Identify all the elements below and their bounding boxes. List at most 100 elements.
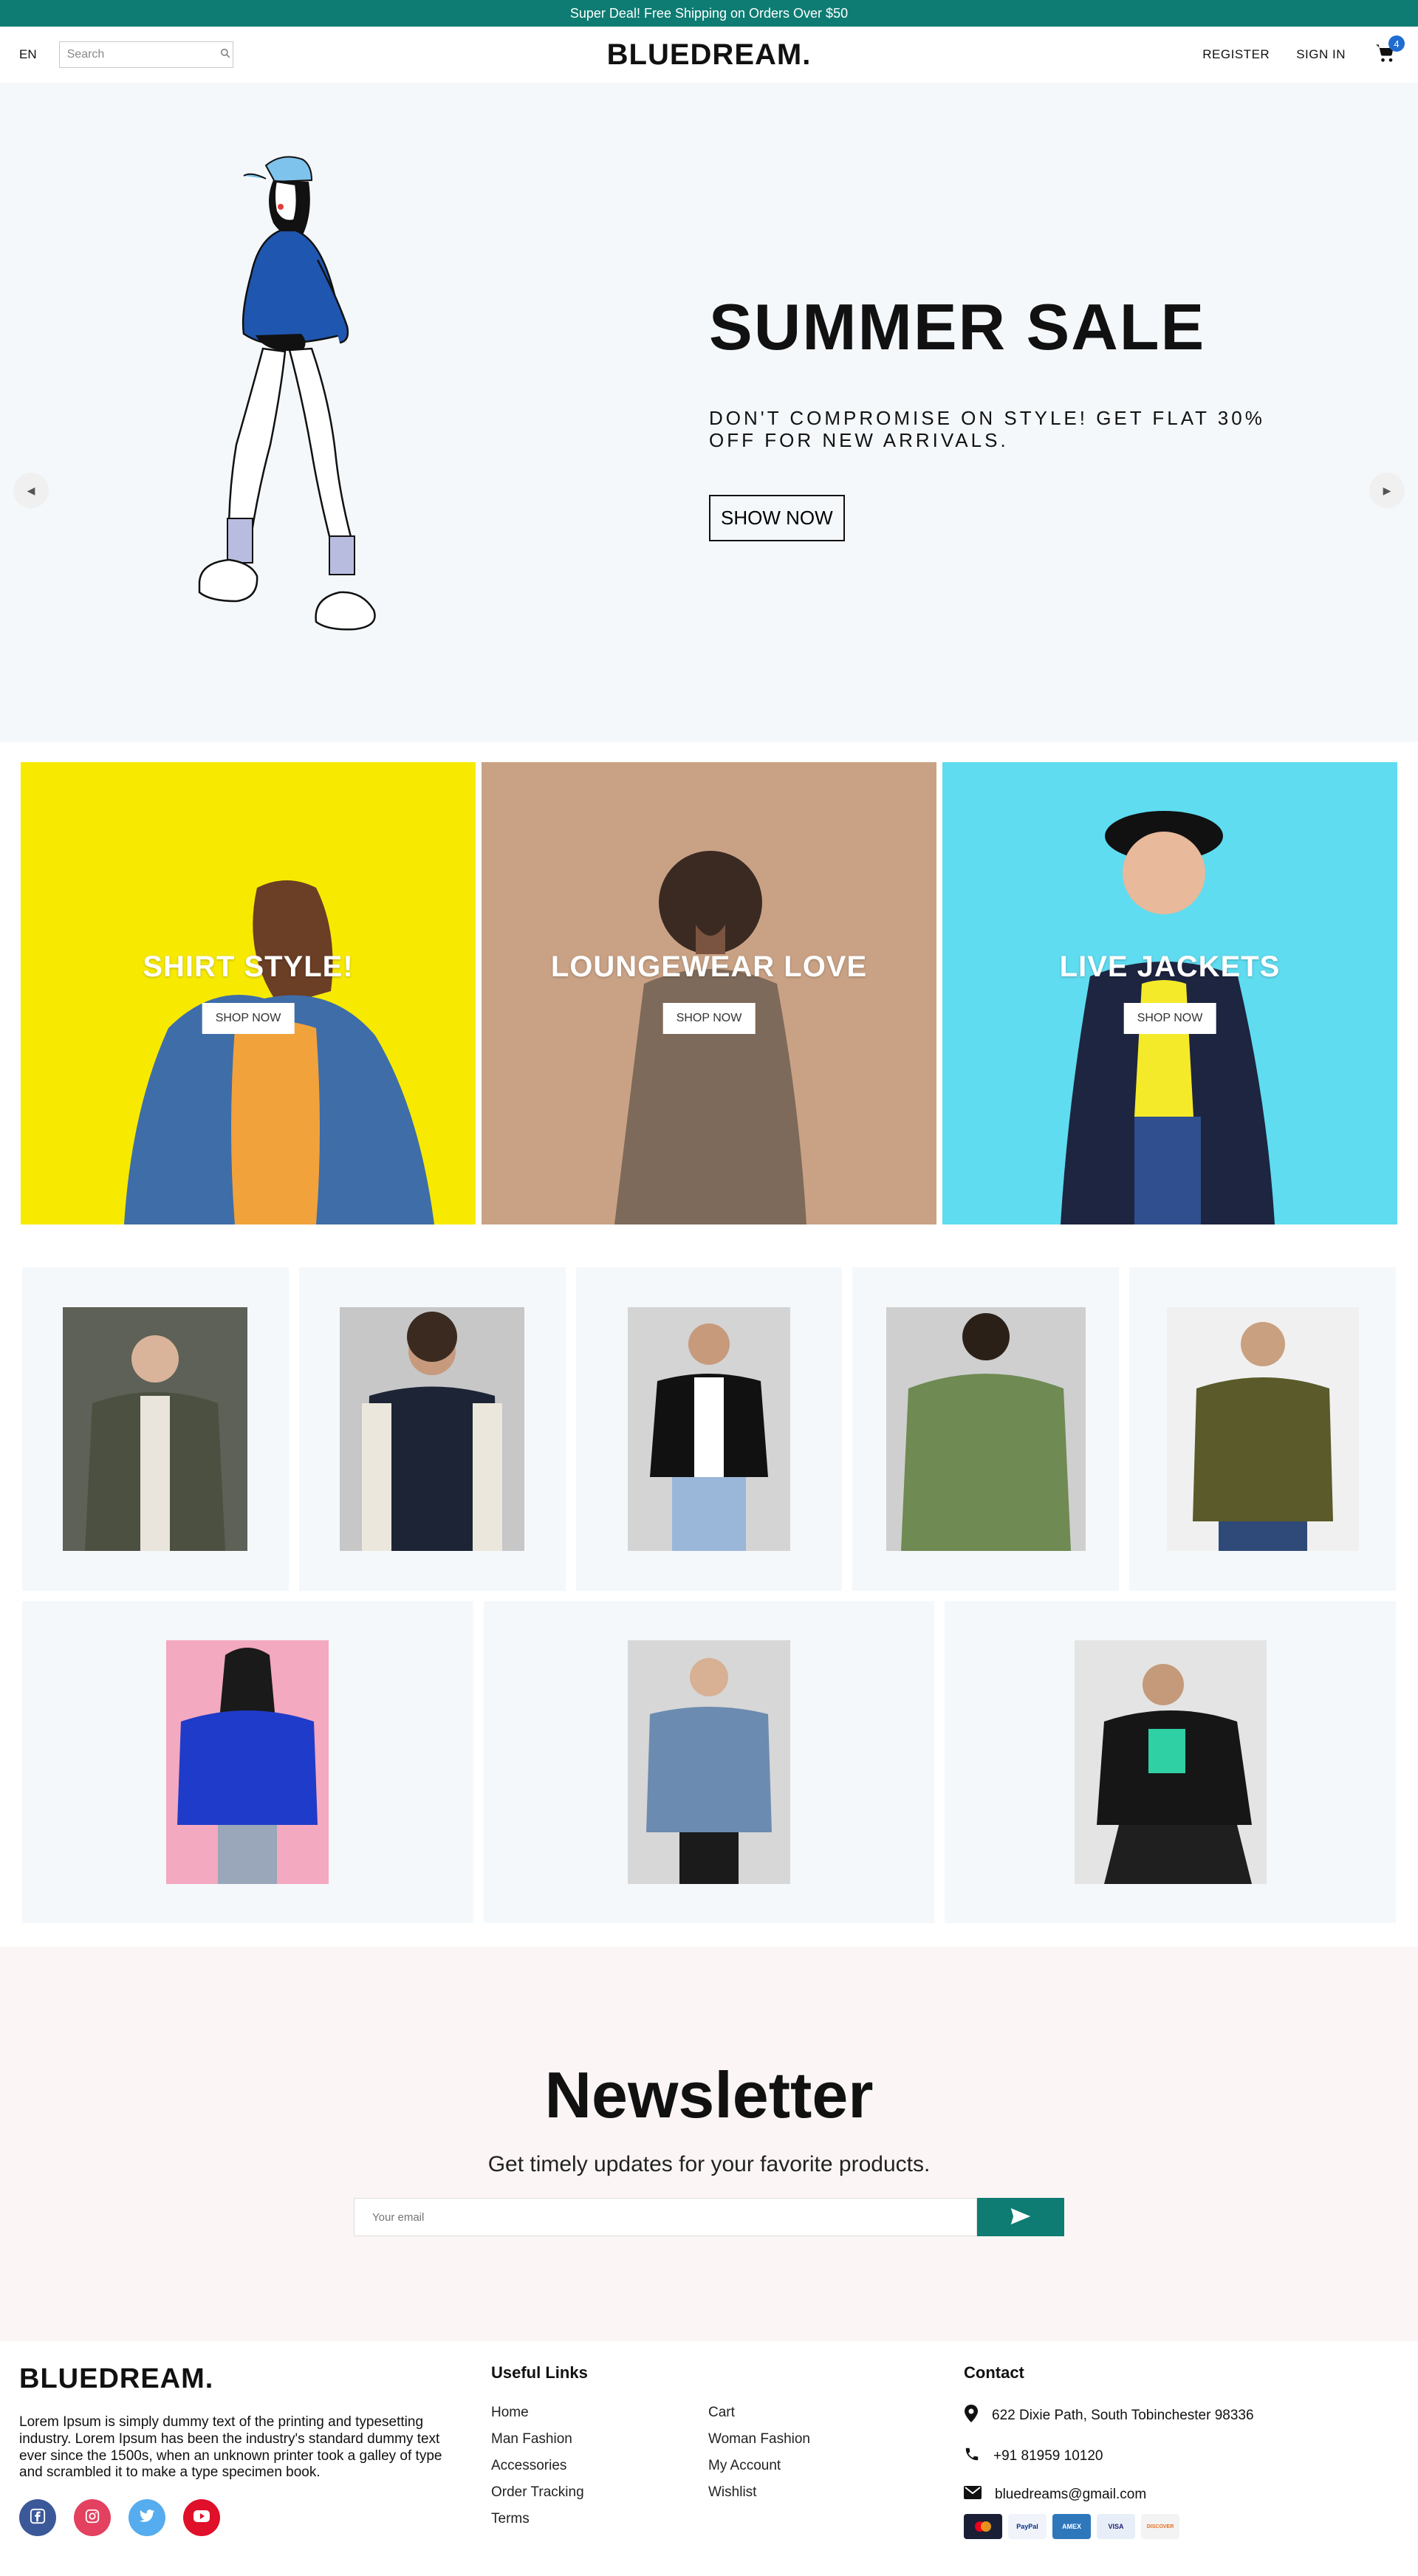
payment-methods: PayPal AMEX VISA DISCOVER: [964, 2514, 1407, 2539]
paypal-icon: PayPal: [1008, 2514, 1047, 2539]
category-photo: [21, 762, 476, 1224]
category-shop-now-button[interactable]: SHOP NOW: [202, 1003, 295, 1034]
product-image: [1074, 1640, 1267, 1884]
newsletter-email-input[interactable]: [354, 2198, 977, 2236]
product-card[interactable]: [945, 1601, 1397, 1923]
location-pin-icon: [964, 2405, 979, 2427]
category-shop-now-button[interactable]: SHOP NOW: [1123, 1003, 1216, 1034]
hero-show-now-button[interactable]: SHOW NOW: [709, 494, 845, 541]
product-image: [340, 1307, 525, 1551]
footer-link-man-fashion[interactable]: Man Fashion: [491, 2431, 708, 2447]
search-icon[interactable]: [220, 48, 230, 62]
product-image: [1166, 1307, 1359, 1551]
facebook-icon: [30, 2508, 46, 2528]
nav-left: EN: [19, 41, 462, 68]
newsletter-form: [354, 2198, 1064, 2236]
newsletter-subtitle: Get timely updates for your favorite pro…: [487, 2152, 931, 2176]
send-icon: [1010, 2207, 1031, 2227]
newsletter-submit-button[interactable]: [977, 2198, 1064, 2236]
category-title: SHIRT STYLE!: [143, 950, 354, 983]
product-image: [886, 1307, 1086, 1551]
hero-slider: ◀ SUMMER SALE DON'T COMPROMISE ON STYLE!…: [0, 83, 1418, 742]
product-image: [627, 1307, 790, 1551]
visa-label: VISA: [1108, 2523, 1124, 2530]
announcement-text: Super Deal! Free Shipping on Orders Over…: [569, 5, 849, 21]
product-grid-row-1: [22, 1267, 1396, 1591]
twitter-button[interactable]: [129, 2499, 165, 2537]
footer-contact: Contact 622 Dixie Path, South Tobinchest…: [964, 2363, 1407, 2539]
chevron-right-icon: ▶: [1383, 484, 1391, 496]
language-selector[interactable]: EN: [19, 47, 37, 62]
chevron-left-icon: ◀: [27, 484, 35, 496]
useful-links-title: Useful Links: [491, 2363, 588, 2382]
visa-icon: VISA: [1097, 2514, 1135, 2539]
search-box[interactable]: [58, 41, 233, 68]
instagram-icon: [84, 2508, 100, 2528]
youtube-icon: [193, 2510, 210, 2527]
footer-link-order-tracking[interactable]: Order Tracking: [491, 2484, 708, 2501]
announcement-bar: Super Deal! Free Shipping on Orders Over…: [0, 0, 1418, 27]
footer-logo[interactable]: BLUEDREAM.: [19, 2363, 455, 2395]
mastercard-icon: [964, 2514, 1002, 2539]
amex-icon: AMEX: [1052, 2514, 1091, 2539]
contact-email: bluedreams@gmail.com: [964, 2486, 1407, 2504]
footer-link-cart[interactable]: Cart: [708, 2405, 925, 2421]
social-links: [19, 2499, 455, 2537]
useful-links-list: Home Cart Man Fashion Woman Fashion Acce…: [491, 2405, 964, 2527]
phone-text: +91 81959 10120: [993, 2448, 1103, 2464]
contact-title: Contact: [964, 2363, 1024, 2382]
hero-illustration: [118, 149, 414, 681]
discover-icon: DISCOVER: [1141, 2514, 1179, 2539]
cart-count-badge: 4: [1388, 35, 1405, 52]
product-card[interactable]: [298, 1267, 566, 1591]
hero-title: SUMMER SALE: [709, 290, 1206, 363]
category-title: LIVE JACKETS: [1059, 950, 1281, 983]
sign-in-link[interactable]: SIGN IN: [1296, 47, 1346, 62]
address-text: 622 Dixie Path, South Tobinchester 98336: [992, 2408, 1254, 2423]
footer-link-my-account[interactable]: My Account: [708, 2458, 925, 2474]
site-logo[interactable]: BLUEDREAM.: [607, 38, 812, 72]
contact-address: 622 Dixie Path, South Tobinchester 98336: [964, 2405, 1407, 2427]
product-card[interactable]: [22, 1601, 473, 1923]
nav-right: REGISTER SIGN IN 4: [956, 35, 1405, 68]
product-card[interactable]: [22, 1267, 289, 1591]
email-icon: [964, 2486, 982, 2504]
phone-icon: [964, 2446, 980, 2467]
footer-link-accessories[interactable]: Accessories: [491, 2458, 708, 2474]
navbar: EN BLUEDREAM. REGISTER SIGN IN 4: [0, 27, 1418, 83]
facebook-button[interactable]: [19, 2499, 56, 2537]
product-card[interactable]: [1129, 1267, 1396, 1591]
product-image: [166, 1640, 329, 1884]
category-card-loungewear-love[interactable]: LOUNGEWEAR LOVE SHOP NOW: [482, 762, 936, 1224]
category-title: LOUNGEWEAR LOVE: [550, 950, 868, 983]
contact-phone: +91 81959 10120: [964, 2446, 1407, 2467]
slider-prev-button[interactable]: ◀: [13, 473, 49, 508]
footer-link-home[interactable]: Home: [491, 2405, 708, 2421]
search-input[interactable]: [66, 48, 220, 61]
hero-subtitle: DON'T COMPROMISE ON STYLE! GET FLAT 30% …: [709, 407, 1265, 451]
twitter-icon: [139, 2509, 155, 2527]
newsletter-section: Newsletter Get timely updates for your f…: [0, 1947, 1418, 2341]
email-text: bluedreams@gmail.com: [995, 2487, 1147, 2502]
product-card[interactable]: [575, 1267, 843, 1591]
category-card-shirt-style[interactable]: SHIRT STYLE! SHOP NOW: [21, 762, 476, 1224]
cart-button[interactable]: 4: [1372, 35, 1405, 68]
category-card-live-jackets[interactable]: LIVE JACKETS SHOP NOW: [942, 762, 1397, 1224]
footer: BLUEDREAM. Lorem Ipsum is simply dummy t…: [0, 2341, 1418, 2576]
footer-link-terms[interactable]: Terms: [491, 2511, 708, 2527]
footer-link-wishlist[interactable]: Wishlist: [708, 2484, 925, 2501]
slider-next-button[interactable]: ▶: [1369, 473, 1405, 508]
category-shop-now-button[interactable]: SHOP NOW: [662, 1003, 756, 1034]
register-link[interactable]: REGISTER: [1202, 47, 1270, 62]
product-image: [628, 1640, 790, 1884]
amex-label: AMEX: [1061, 2523, 1081, 2530]
product-card[interactable]: [483, 1601, 935, 1923]
hero-text: SUMMER SALE DON'T COMPROMISE ON STYLE! G…: [709, 290, 1315, 541]
newsletter-title: Newsletter: [544, 2058, 874, 2131]
footer-useful-links: Useful Links Home Cart Man Fashion Woman…: [491, 2363, 964, 2527]
youtube-button[interactable]: [183, 2499, 220, 2537]
footer-link-woman-fashion[interactable]: Woman Fashion: [708, 2431, 925, 2447]
product-card[interactable]: [852, 1267, 1120, 1591]
instagram-button[interactable]: [74, 2499, 111, 2537]
category-photo: [482, 762, 936, 1224]
